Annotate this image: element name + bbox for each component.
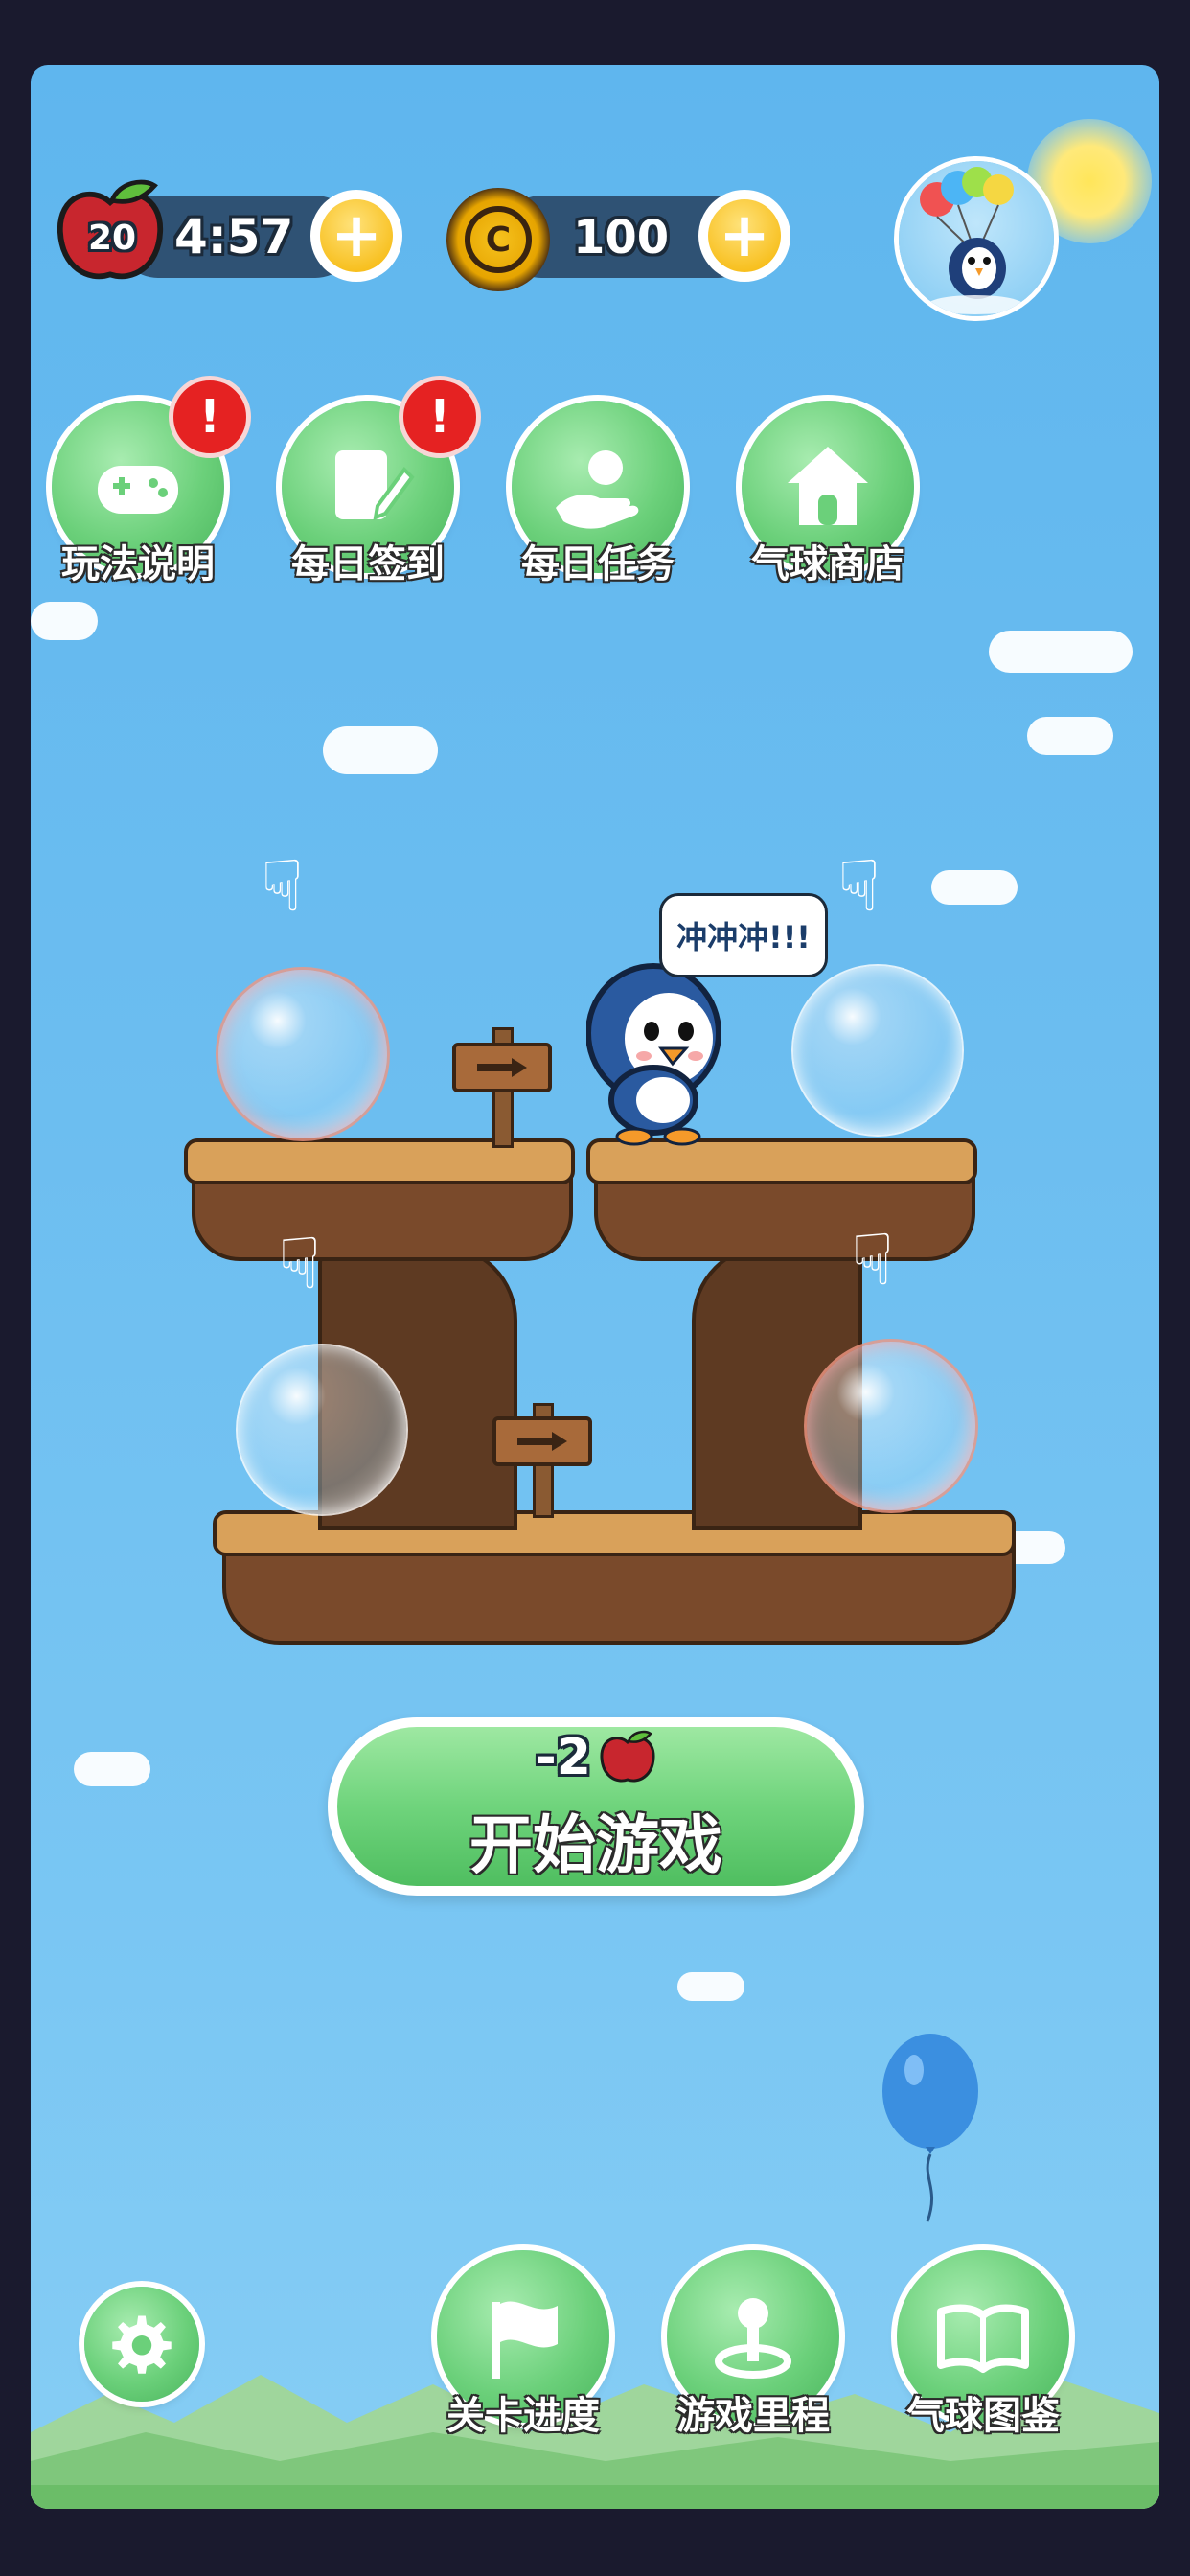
- cloud: [323, 726, 438, 774]
- avatar[interactable]: [899, 161, 1054, 316]
- apple-icon: [600, 1730, 655, 1782]
- plus-icon: +: [708, 199, 781, 272]
- bubble[interactable]: [218, 970, 387, 1138]
- notification-badge: !: [399, 376, 481, 458]
- balloon-collection-label: 气球图鉴: [906, 2394, 1060, 2438]
- open-book-icon: [937, 2304, 1029, 2373]
- gear-icon: [112, 2315, 172, 2374]
- game-mileage-label: 游戏里程: [676, 2394, 830, 2438]
- arrow-sign-icon: [452, 1043, 552, 1092]
- note-pencil-icon: [335, 450, 415, 521]
- cloud: [74, 1752, 150, 1786]
- balloon-icon: [878, 2034, 983, 2225]
- coin-count: 100: [573, 211, 670, 264]
- settings-button[interactable]: [84, 2287, 199, 2402]
- cloud: [989, 631, 1133, 673]
- pointing-hand-icon: ☟: [851, 1219, 895, 1301]
- bubble[interactable]: [238, 1346, 406, 1514]
- flag-icon: [492, 2301, 558, 2379]
- bubble[interactable]: [793, 966, 962, 1135]
- energy-timer: 4:57: [174, 209, 294, 264]
- start-cost: -2: [536, 1729, 591, 1786]
- add-apples-button[interactable]: +: [310, 190, 402, 282]
- hand-ball-icon: [556, 450, 639, 529]
- pointing-hand-icon: ☟: [837, 845, 881, 928]
- cloud: [31, 602, 98, 640]
- level-progress-label: 关卡进度: [446, 2394, 600, 2438]
- left-platform-top: [184, 1138, 575, 1184]
- pointing-hand-icon: ☟: [278, 1223, 322, 1305]
- notification-badge: !: [169, 376, 251, 458]
- shop-house-icon: [788, 447, 868, 525]
- cloud: [677, 1972, 744, 2001]
- add-coins-button[interactable]: +: [698, 190, 790, 282]
- start-game-button[interactable]: -2 开始游戏: [328, 1717, 864, 1896]
- speech-bubble-text: 冲冲冲!!!: [676, 919, 811, 955]
- arrow-sign-icon: [492, 1416, 592, 1466]
- gamepad-icon: [98, 466, 178, 514]
- daily-checkin-label: 每日签到: [291, 542, 445, 586]
- joystick-icon: [715, 2298, 791, 2379]
- speech-bubble: 冲冲冲!!!: [659, 893, 828, 978]
- pointing-hand-icon: ☟: [261, 845, 305, 928]
- penguin-character: [585, 956, 740, 1148]
- plus-icon: +: [320, 199, 393, 272]
- game-screen: 20 4:57 + C 100 + ! 玩法说明 ! 每日签到 每日任务 气球商…: [31, 65, 1159, 2509]
- coin-icon: C: [446, 188, 550, 291]
- balloon-shop-label: 气球商店: [751, 542, 904, 586]
- how-to-play-label: 玩法说明: [61, 542, 215, 586]
- start-game-label: 开始游戏: [469, 1808, 722, 1882]
- cloud: [931, 870, 1018, 905]
- daily-tasks-label: 每日任务: [521, 542, 675, 586]
- apple-count: 20: [87, 218, 137, 258]
- bubble[interactable]: [807, 1342, 975, 1510]
- cloud: [1027, 717, 1113, 755]
